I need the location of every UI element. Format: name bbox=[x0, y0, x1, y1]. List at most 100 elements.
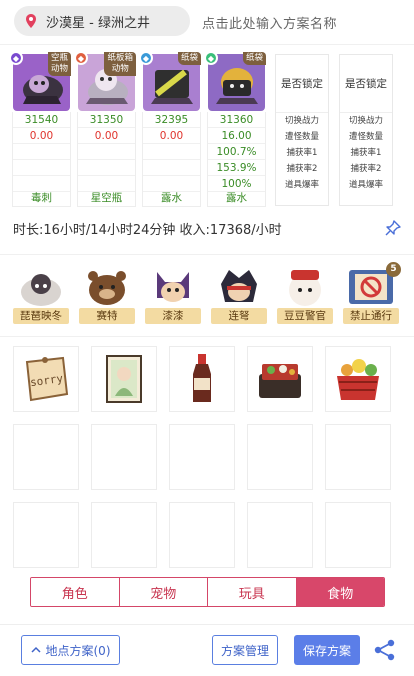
card-stats: 31350 0.00 星空瓶 bbox=[77, 112, 136, 207]
tab-character[interactable]: 角色 bbox=[31, 578, 120, 606]
item-slot[interactable] bbox=[13, 424, 79, 490]
item-slot[interactable] bbox=[169, 346, 235, 412]
lock-toggle[interactable]: 是否锁定 bbox=[340, 55, 392, 113]
encounter-value: 0.00 bbox=[143, 128, 200, 144]
divider bbox=[0, 254, 414, 255]
capture-rate-1: 100.7% bbox=[208, 144, 265, 160]
card-stats: 31540 0.00 毒刺 bbox=[12, 112, 71, 207]
rarity-gem-icon: ◆ bbox=[139, 51, 153, 65]
pet-label: 琵琶映冬 bbox=[13, 308, 69, 324]
divider bbox=[0, 44, 414, 45]
character-cards: ◆ 空瓶 动物 31540 0.00 毒刺 ◆ 纸板箱 动物 31350 0.0… bbox=[9, 51, 404, 210]
lock-row: 遭怪数量 bbox=[348, 132, 383, 142]
capture-rate-1 bbox=[143, 144, 200, 160]
lock-card[interactable]: 是否锁定 切换战力 遭怪数量 捕获率1 捕获率2 道具爆率 bbox=[339, 54, 393, 206]
item-slot[interactable] bbox=[91, 424, 157, 490]
location-plan-button[interactable]: 地点方案(0) bbox=[21, 635, 120, 665]
item-slot[interactable] bbox=[13, 502, 79, 568]
bento-box-icon bbox=[259, 364, 301, 398]
pet-avatar-icon bbox=[88, 271, 126, 305]
character-card[interactable]: ◆ 纸板箱 动物 31350 0.00 星空瓶 bbox=[74, 51, 136, 207]
lock-row: 道具爆率 bbox=[348, 180, 383, 190]
item-slot[interactable] bbox=[325, 424, 391, 490]
capture-rate-1 bbox=[78, 144, 135, 160]
tab-toy[interactable]: 玩具 bbox=[208, 578, 297, 606]
pet-level-badge: 5 bbox=[386, 262, 401, 277]
card-name: 毒刺 bbox=[31, 192, 52, 204]
card-name: 露水 bbox=[161, 192, 182, 204]
item-slot[interactable] bbox=[169, 424, 235, 490]
tab-pet[interactable]: 宠物 bbox=[119, 578, 208, 606]
location-selector[interactable]: 沙漠星 - 绿洲之井 bbox=[14, 6, 190, 36]
pet-slot[interactable]: 琵琶映冬 bbox=[12, 264, 69, 324]
pet-slot[interactable]: 5 禁止通行 bbox=[342, 262, 401, 324]
card-tag: 纸袋 bbox=[242, 52, 266, 65]
pet-label: 赛特 bbox=[79, 308, 135, 324]
pet-label: 豆豆警官 bbox=[277, 308, 333, 324]
pet-slot[interactable]: 豆豆警官 bbox=[276, 264, 333, 324]
power-value: 32395 bbox=[143, 112, 200, 128]
lock-row: 捕获率2 bbox=[286, 164, 318, 174]
card-name: 露水 bbox=[226, 192, 247, 204]
lock-row: 切换战力 bbox=[284, 116, 319, 126]
lock-card[interactable]: 是否锁定 切换战力 遭怪数量 捕获率1 捕获率2 道具爆率 bbox=[275, 54, 329, 206]
character-card[interactable]: ◆ 纸袋 31360 16.00 100.7% 153.9% 100% 露水 bbox=[204, 51, 266, 207]
power-value: 31540 bbox=[13, 112, 70, 128]
location-pin-icon bbox=[26, 14, 36, 28]
top-bar: 沙漠星 - 绿洲之井 点击此处输入方案名称 bbox=[0, 0, 414, 44]
lock-row: 道具爆率 bbox=[284, 180, 319, 190]
capture-rate-2 bbox=[143, 160, 200, 176]
pet-avatar-icon bbox=[289, 270, 321, 306]
capture-rate-2 bbox=[13, 160, 70, 176]
card-tag: 纸板箱 动物 bbox=[104, 52, 136, 76]
encounter-value: 16.00 bbox=[208, 128, 265, 144]
rarity-gem-icon: ◆ bbox=[9, 51, 23, 65]
pet-slot[interactable]: 赛特 bbox=[78, 264, 135, 324]
character-card[interactable]: ◆ 空瓶 动物 31540 0.00 毒刺 bbox=[9, 51, 71, 207]
lock-toggle[interactable]: 是否锁定 bbox=[276, 55, 328, 113]
card-stats: 32395 0.00 露水 bbox=[142, 112, 201, 207]
item-slot[interactable] bbox=[247, 424, 313, 490]
item-slot[interactable] bbox=[325, 502, 391, 568]
location-plan-label: 地点方案(0) bbox=[45, 643, 111, 658]
pet-avatar-icon bbox=[157, 272, 189, 302]
item-slot[interactable]: sorry bbox=[13, 346, 79, 412]
item-slot[interactable] bbox=[91, 502, 157, 568]
tab-food[interactable]: 食物 bbox=[296, 578, 384, 606]
lock-row: 捕获率1 bbox=[286, 148, 318, 158]
pet-slot[interactable]: 连弩 bbox=[210, 264, 267, 324]
pin-icon[interactable] bbox=[385, 220, 401, 236]
lock-row: 遭怪数量 bbox=[284, 132, 319, 142]
lock-row: 切换战力 bbox=[348, 116, 383, 126]
manage-plans-button[interactable]: 方案管理 bbox=[212, 635, 278, 665]
location-label: 沙漠星 - 绿洲之井 bbox=[46, 15, 150, 31]
pet-avatar-icon bbox=[21, 274, 61, 306]
share-icon[interactable] bbox=[374, 639, 396, 661]
card-name: 星空瓶 bbox=[90, 192, 123, 204]
plan-name-input[interactable]: 点击此处输入方案名称 bbox=[202, 13, 337, 32]
capture-rate-1 bbox=[13, 144, 70, 160]
card-stats: 31360 16.00 100.7% 153.9% 100% 露水 bbox=[207, 112, 266, 207]
item-slot[interactable] bbox=[325, 346, 391, 412]
pet-avatar-icon bbox=[221, 270, 257, 302]
save-plan-button[interactable]: 保存方案 bbox=[294, 635, 360, 665]
character-card[interactable]: ◆ 纸袋 32395 0.00 露水 bbox=[139, 51, 201, 207]
rarity-gem-icon: ◆ bbox=[204, 51, 218, 65]
item-slot[interactable] bbox=[247, 346, 313, 412]
pet-label: 漆漆 bbox=[145, 308, 201, 324]
bottom-bar: 地点方案(0) 方案管理 保存方案 bbox=[0, 624, 414, 676]
item-slot[interactable] bbox=[169, 502, 235, 568]
capture-rate-2 bbox=[78, 160, 135, 176]
lock-row: 捕获率2 bbox=[350, 164, 382, 174]
item-grid: sorry bbox=[13, 346, 393, 568]
lock-row: 捕获率1 bbox=[350, 148, 382, 158]
pet-row: 琵琶映冬 赛特 漆漆 连弩 豆豆警官 5 禁止通行 bbox=[12, 262, 404, 326]
encounter-value: 0.00 bbox=[13, 128, 70, 144]
item-slot[interactable] bbox=[91, 346, 157, 412]
sauce-bottle-icon bbox=[193, 354, 211, 402]
item-slot[interactable] bbox=[247, 502, 313, 568]
pet-label: 连弩 bbox=[211, 308, 267, 324]
pet-label: 禁止通行 bbox=[343, 308, 399, 324]
pet-slot[interactable]: 漆漆 bbox=[144, 264, 201, 324]
rarity-gem-icon: ◆ bbox=[74, 51, 88, 65]
